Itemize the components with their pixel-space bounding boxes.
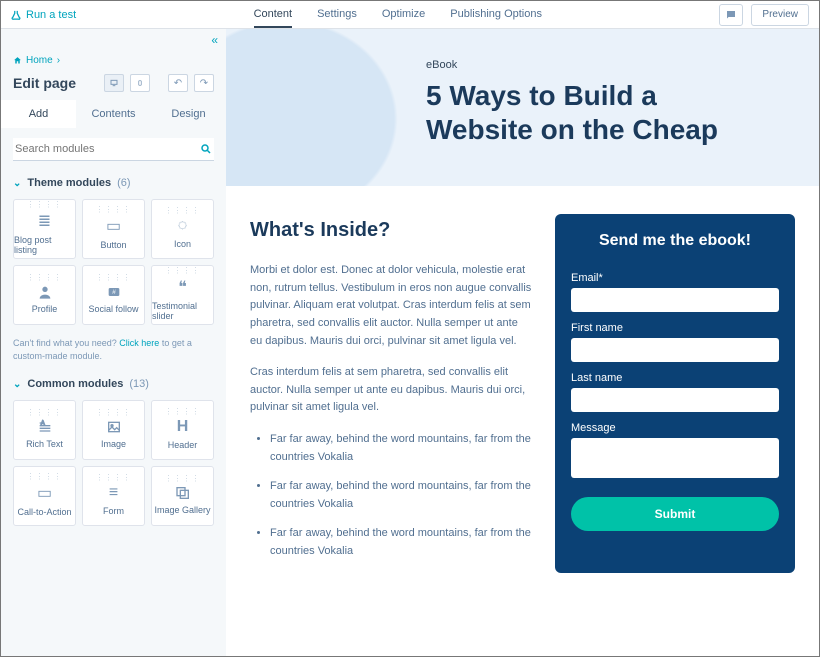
list-icon: ≣ [38,211,51,231]
module-blog-post-listing[interactable]: ⋮⋮⋮⋮≣Blog post listing [13,199,76,259]
module-header[interactable]: ⋮⋮⋮⋮HHeader [151,400,214,460]
chevron-down-icon: ⌄ [13,178,21,189]
theme-modules-label: Theme modules [27,177,111,189]
hero-eyebrow: eBook [426,59,819,71]
form-card[interactable]: Send me the ebook! Email* First name Las… [555,214,795,572]
richtext-icon: A [37,419,53,435]
run-test-label: Run a test [26,9,76,21]
chevron-down-icon: ⌄ [13,379,21,390]
tab-optimize[interactable]: Optimize [382,2,425,28]
mobile-icon [137,78,143,88]
run-test-link[interactable]: Run a test [11,9,76,21]
button-icon: ▭ [106,216,121,236]
hero-section[interactable]: eBook 5 Ways to Build aWebsite on the Ch… [226,29,819,186]
module-icon[interactable]: ⋮⋮⋮⋮◌Icon [151,199,214,259]
cta-icon: ▭ [37,483,52,503]
collapse-sidebar-button[interactable]: « [1,29,226,51]
theme-modules-count: (6) [117,177,130,189]
tab-content[interactable]: Content [254,2,293,28]
body-heading: What's Inside? [250,214,533,246]
module-profile[interactable]: ⋮⋮⋮⋮Profile [13,265,76,325]
module-social-follow[interactable]: ⋮⋮⋮⋮#Social follow [82,265,145,325]
desktop-view-button[interactable] [104,74,124,92]
search-input[interactable] [15,143,200,155]
header-icon: H [177,418,189,436]
breadcrumb[interactable]: Home › [1,51,226,70]
email-field[interactable] [571,288,779,312]
redo-button[interactable]: ↷ [194,74,214,92]
firstname-label: First name [571,322,779,334]
module-button[interactable]: ⋮⋮⋮⋮▭Button [82,199,145,259]
bullet-item: Far far away, behind the word mountains,… [270,525,533,560]
home-icon [13,56,22,65]
chat-button[interactable] [719,4,743,26]
form-icon: ≡ [109,484,118,502]
sidebar: « Home › Edit page ↶ ↷ Add Contents Desi… [1,29,226,656]
undo-button[interactable]: ↶ [168,74,188,92]
breadcrumb-label: Home [26,55,53,66]
preview-button[interactable]: Preview [751,4,809,26]
quote-icon: ❝ [178,277,187,297]
chat-icon [725,9,737,21]
sidebar-tab-add[interactable]: Add [1,100,76,128]
chevron-left-icon: « [211,33,218,47]
form-title: Send me the ebook! [571,232,779,250]
email-label: Email* [571,272,779,284]
bullet-item: Far far away, behind the word mountains,… [270,478,533,513]
bullet-item: Far far away, behind the word mountains,… [270,431,533,466]
mobile-view-button[interactable] [130,74,150,92]
redo-icon: ↷ [200,78,208,89]
search-row [13,138,214,161]
submit-button[interactable]: Submit [571,497,779,531]
topbar: Run a test Content Settings Optimize Pub… [1,1,819,29]
sidebar-tab-design[interactable]: Design [151,100,226,128]
circle-icon: ◌ [178,217,188,235]
custom-module-hint: Can't find what you need? Click here to … [1,335,226,372]
page-canvas[interactable]: eBook 5 Ways to Build aWebsite on the Ch… [226,29,819,656]
message-field[interactable] [571,438,779,478]
module-testimonial-slider[interactable]: ⋮⋮⋮⋮❝Testimonial slider [151,265,214,325]
flask-icon [11,10,21,20]
undo-icon: ↶ [174,78,182,89]
search-icon[interactable] [200,143,212,155]
profile-icon [37,284,53,300]
svg-text:A: A [41,421,45,427]
tab-publishing[interactable]: Publishing Options [450,2,542,28]
svg-text:#: # [112,289,116,296]
desktop-icon [109,79,119,87]
module-image[interactable]: ⋮⋮⋮⋮Image [82,400,145,460]
theme-modules-header[interactable]: ⌄ Theme modules (6) [1,171,226,195]
common-modules-label: Common modules [27,378,123,390]
lastname-field[interactable] [571,388,779,412]
page-title: Edit page [13,75,76,91]
custom-module-link[interactable]: Click here [119,338,159,348]
message-label: Message [571,422,779,434]
body-content[interactable]: What's Inside? Morbi et dolor est. Donec… [250,214,533,572]
module-image-gallery[interactable]: ⋮⋮⋮⋮Image Gallery [151,466,214,526]
tab-settings[interactable]: Settings [317,2,357,28]
hero-title: 5 Ways to Build aWebsite on the Cheap [426,79,819,146]
module-cta[interactable]: ⋮⋮⋮⋮▭Call-to-Action [13,466,76,526]
body-p1: Morbi et dolor est. Donec at dolor vehic… [250,262,533,350]
chevron-right-icon: › [57,55,60,66]
lastname-label: Last name [571,372,779,384]
gallery-icon [175,485,191,501]
sidebar-tab-contents[interactable]: Contents [76,100,151,128]
firstname-field[interactable] [571,338,779,362]
hashtag-icon: # [106,284,122,300]
image-icon [106,419,122,435]
module-form[interactable]: ⋮⋮⋮⋮≡Form [82,466,145,526]
common-modules-count: (13) [129,378,149,390]
common-modules-header[interactable]: ⌄ Common modules (13) [1,372,226,396]
module-rich-text[interactable]: ⋮⋮⋮⋮ARich Text [13,400,76,460]
body-p2: Cras interdum felis at sem pharetra, sed… [250,364,533,417]
